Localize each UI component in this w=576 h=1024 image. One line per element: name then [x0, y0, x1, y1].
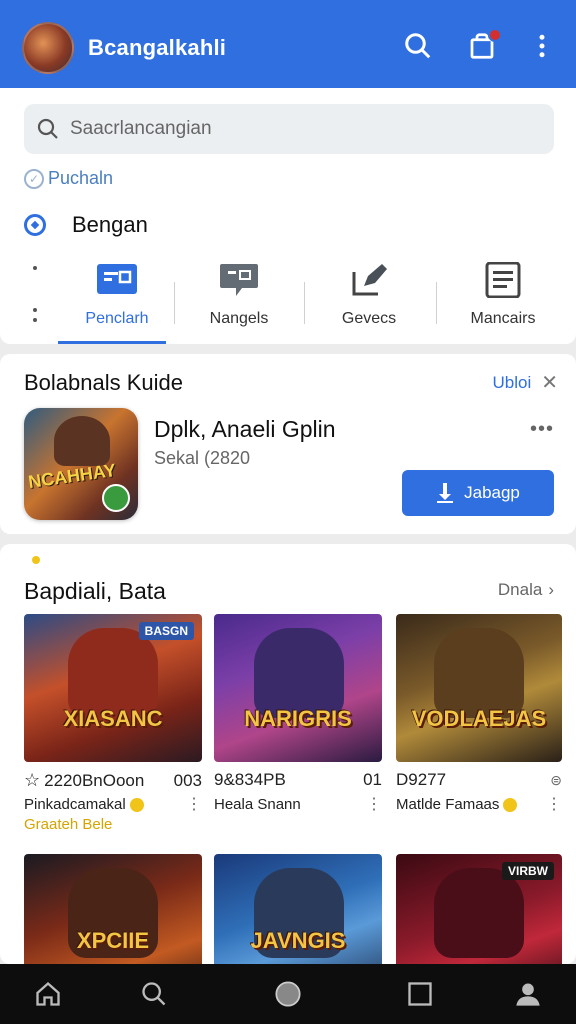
game-meta: D9277 ⊜: [396, 770, 562, 790]
chevron-right-icon: ›: [548, 580, 554, 599]
edit-icon: [352, 264, 387, 296]
home-icon[interactable]: [32, 978, 64, 1010]
see-more-link[interactable]: Dnala ›: [498, 580, 554, 600]
game-tag: VIRBW: [502, 862, 554, 880]
breadcrumb[interactable]: ✓ Puchaln: [24, 168, 113, 189]
circle-home-icon[interactable]: [272, 978, 304, 1010]
tab-gevecs[interactable]: Gevecs: [310, 256, 428, 344]
card-title: Bolabnals Kuide: [24, 370, 184, 395]
game-thumbnail: VIRBW: [396, 854, 562, 964]
section-label: Bengan: [72, 212, 148, 237]
more-horiz-icon[interactable]: •••: [530, 418, 554, 441]
check-badge-icon: [102, 484, 130, 512]
card-link[interactable]: Ubloi: [492, 373, 531, 393]
list-icon: [485, 262, 521, 298]
search-icon[interactable]: [138, 978, 170, 1010]
divider: [436, 282, 437, 324]
section-header: Bengan: [24, 212, 148, 238]
game-count: 003: [173, 770, 202, 790]
tab-label: Mancairs: [470, 310, 536, 327]
featured-card: Bolabnals Kuide Ubloi ✕ NCAHHAY Dplk, An…: [0, 354, 576, 534]
tab-label: Penclarh: [85, 310, 149, 327]
close-icon[interactable]: ✕: [541, 370, 558, 395]
app-bar: Bcangalkahli: [0, 0, 576, 88]
info-icon[interactable]: ⊜: [550, 772, 562, 789]
avatar[interactable]: [22, 22, 74, 74]
tab-label: Nangels: [209, 310, 269, 327]
game-name-row: Pinkadcamakal ⋮: [24, 794, 202, 814]
star-outline-icon: ☆: [24, 770, 41, 790]
game-thumbnail: NARIGRIS: [214, 614, 382, 762]
game-tag: BASGN: [138, 622, 194, 640]
divider: [304, 282, 305, 324]
game-label: Graateh Bele: [24, 816, 113, 833]
game-art-title: NARIGRIS: [244, 706, 352, 731]
compass-icon: [24, 214, 46, 236]
search-input[interactable]: [70, 116, 540, 142]
game-thumbnail: BASGN XIASANC: [24, 614, 202, 762]
app-subtitle: Sekal (2820: [154, 448, 251, 468]
square-icon[interactable]: [404, 978, 436, 1010]
game-name: Matlde Famaas: [396, 795, 500, 813]
more-vert-icon[interactable]: ⋮: [546, 794, 562, 814]
game-art-title: XIASANC: [63, 706, 163, 731]
game-meta: ☆ 2220BnOoon 003: [24, 770, 202, 791]
game-thumbnail: XPCIIE: [24, 854, 202, 964]
coin-icon: [503, 797, 518, 812]
game-meta: 9&834PB 01: [214, 770, 382, 790]
install-button[interactable]: Jabagp: [402, 470, 554, 516]
monitor-icon: [97, 264, 137, 294]
app-title: Bcangalkahli: [88, 35, 227, 60]
more-vert-icon[interactable]: [526, 30, 558, 62]
section-title: Bapdiali, Bata: [24, 578, 166, 604]
app-icon-text: NCAHHAY: [26, 459, 118, 493]
more-vert-icon[interactable]: ⋮: [186, 794, 202, 814]
card-actions: Ubloi ✕: [492, 370, 558, 395]
breadcrumb-label: Puchaln: [48, 168, 114, 188]
install-label: Jabagp: [464, 483, 520, 502]
chat-icon: [220, 264, 258, 296]
games-card: Bapdiali, Bata Dnala › BASGN XIASANC ☆ 22…: [0, 544, 576, 964]
app-icon[interactable]: NCAHHAY: [24, 408, 138, 520]
tab-penclarh[interactable]: Penclarh: [58, 256, 176, 344]
tab-bar: Penclarh Nangels Gevecs Mancairs: [0, 256, 576, 344]
tab-label: Gevecs: [341, 310, 397, 327]
star-dot-icon: [32, 556, 40, 564]
more-vert-icon[interactable]: ⋮: [366, 794, 382, 814]
divider: [174, 282, 175, 324]
game-count: 01: [363, 770, 382, 789]
verified-icon: ✓: [24, 168, 44, 189]
app-name: Dplk, Anaeli Gplin: [154, 416, 336, 442]
tab-nangels[interactable]: Nangels: [180, 256, 298, 344]
search-icon[interactable]: [402, 30, 434, 62]
download-icon: [437, 483, 454, 503]
bag-icon[interactable]: [466, 28, 502, 62]
game-thumbnail: JAVNGIS: [214, 854, 382, 964]
notification-badge: [488, 28, 502, 42]
coin-icon: [129, 797, 144, 812]
game-thumbnail: VODLAEJAS: [396, 614, 562, 762]
game-art-title: VODLAEJAS: [411, 706, 547, 731]
game-stat: D9277: [396, 770, 447, 789]
game-name: Pinkadcamakal: [24, 795, 126, 813]
bottom-nav: [0, 964, 576, 1024]
game-stat: 2220BnOoon: [44, 771, 145, 790]
search-icon: [37, 118, 58, 139]
top-panel: ✓ Puchaln Bengan Penclarh Nangels: [0, 88, 576, 344]
game-stat: 9&834PB: [214, 770, 286, 789]
profile-icon[interactable]: [512, 978, 544, 1010]
game-name-row: Heala Snann ⋮: [214, 794, 382, 814]
game-name-row: Matlde Famaas ⋮: [396, 794, 562, 814]
search-bar[interactable]: [24, 104, 554, 154]
game-art-title: XPCIIE: [76, 928, 150, 953]
see-more-label: Dnala: [497, 580, 543, 599]
active-tab-indicator: [58, 341, 166, 344]
tab-mancairs[interactable]: Mancairs: [444, 256, 562, 344]
game-name: Heala Snann: [214, 795, 301, 813]
drag-handle-icon[interactable]: [30, 266, 40, 330]
game-art-title: JAVNGIS: [250, 928, 346, 953]
